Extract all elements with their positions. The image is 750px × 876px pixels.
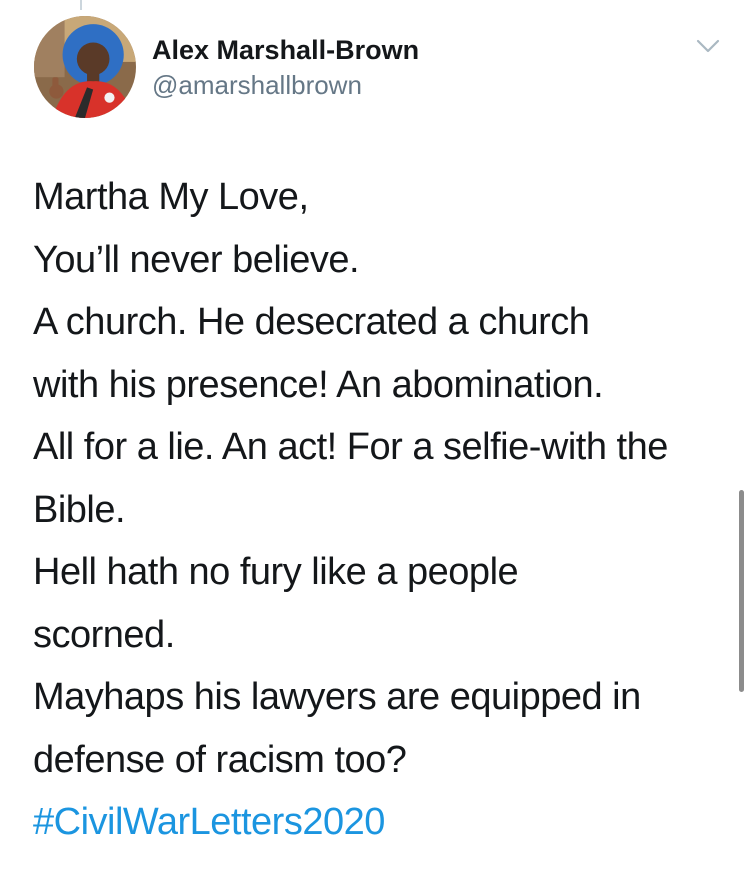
tweet-text-line: A church. He desecrated a church [33,301,590,343]
tweet-text-line: All for a lie. An act! For a selfie-with… [33,426,668,468]
chevron-down-icon[interactable] [692,34,724,58]
tweet-text-line: Martha My Love, [33,176,309,218]
avatar-image [34,16,136,118]
scrollbar-thumb[interactable] [739,490,744,692]
thread-connector-line [80,0,82,10]
tweet-text: Martha My Love, You’ll never believe. A … [33,166,723,854]
tweet-text-line: You’ll never believe. [33,238,360,281]
author-display-name[interactable]: Alex Marshall-Brown [152,35,419,65]
hashtag-link[interactable]: #CivilWarLetters2020 [33,791,723,854]
avatar[interactable] [34,16,136,118]
tweet-author[interactable]: Alex Marshall-Brown @amarshallbrown [152,35,419,100]
tweet-text-line: Hell hath no fury like a people [33,551,519,593]
tweet-text-line: scorned. [33,613,175,656]
tweet-text-line: defense of racism too? [33,738,407,781]
author-handle[interactable]: @amarshallbrown [152,70,419,100]
tweet-text-line: with his presence! An abomination. [33,363,604,406]
tweet-text-line: Bible. [33,488,126,531]
tweet-text-line: Mayhaps his lawyers are equipped in [33,676,641,718]
